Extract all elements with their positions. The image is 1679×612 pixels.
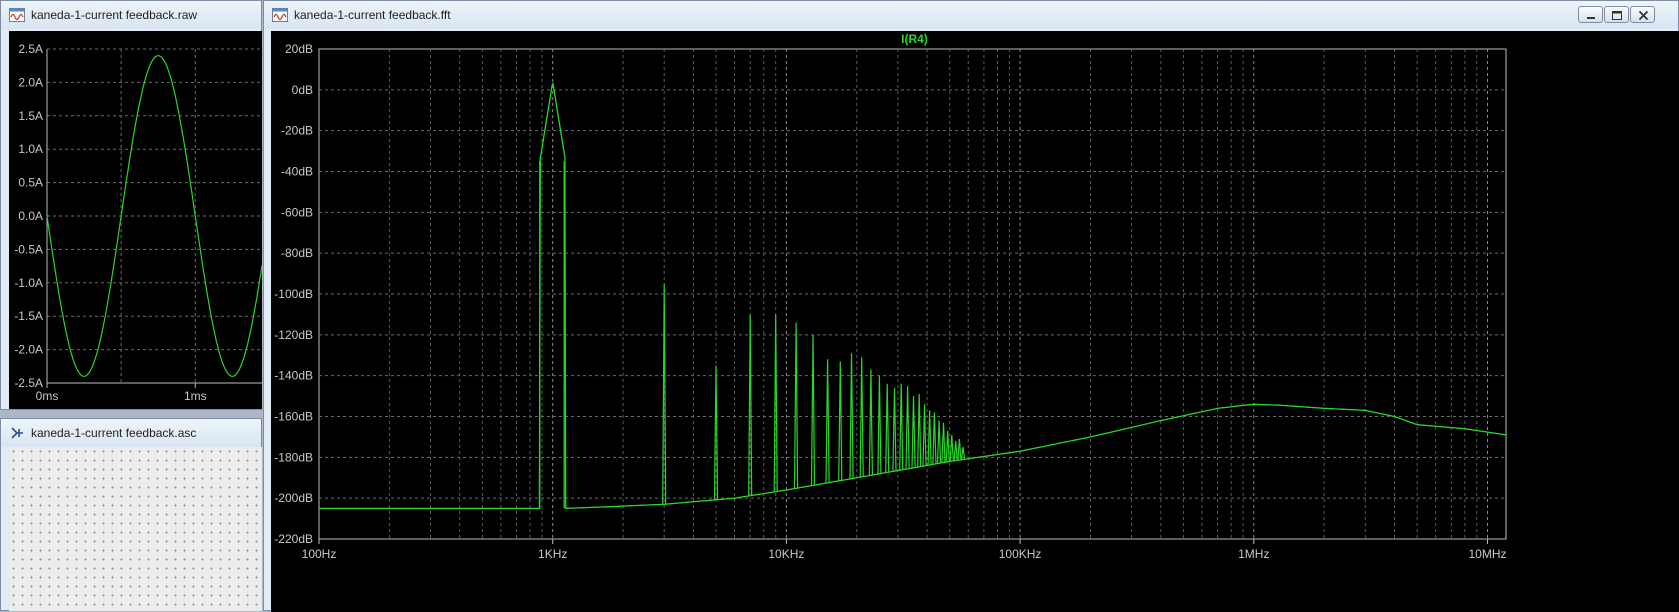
harmonic-spike — [793, 322, 799, 489]
harmonic-spike — [877, 375, 882, 474]
harmonic-spike — [905, 385, 910, 469]
waveform-window-icon — [9, 8, 25, 22]
minimize-icon — [1587, 17, 1595, 19]
y-tick-label: -100dB — [274, 287, 313, 301]
y-tick-label: 1.0A — [18, 142, 43, 156]
harmonic-spike — [810, 334, 816, 486]
y-tick-label: -180dB — [274, 450, 313, 464]
raw-plot-area[interactable]: 2.5A 2.0A 1.5A 1.0A 0.5A 0.0A -0.5A -1.0A -1.5A -… — [9, 31, 262, 409]
minimize-button[interactable] — [1578, 6, 1603, 23]
y-tick-label: -20dB — [281, 124, 313, 138]
y-tick-label: -2.0A — [14, 343, 43, 357]
harmonic-spike — [932, 412, 937, 465]
harmonic-spike — [927, 410, 932, 466]
harmonic-spike — [917, 393, 922, 467]
maximize-icon — [1612, 11, 1622, 20]
chart-title: I(R4) — [901, 32, 928, 46]
y-tick-label: -0.5A — [14, 242, 43, 256]
schematic-window[interactable]: kaneda-1-current feedback.asc — [0, 418, 262, 611]
harmonic-spike — [838, 361, 843, 481]
schematic-window-icon — [11, 427, 23, 439]
y-tick-label: -1.5A — [14, 309, 43, 323]
x-tick-label: 1KHz — [538, 547, 567, 561]
y-tick-label: 1.5A — [18, 109, 43, 123]
raw-plot-window[interactable]: kaneda-1-current feedback.raw 2.5A 2.0A 1.… — [0, 0, 262, 410]
harmonic-spike — [849, 353, 854, 479]
harmonic-spike — [892, 387, 897, 472]
harmonic-spike — [922, 404, 927, 466]
waveform-window-icon — [272, 8, 288, 22]
schematic-window-titlebar[interactable]: kaneda-1-current feedback.asc — [1, 419, 261, 447]
fft-plot-window[interactable]: kaneda-1-current feedback.fft 20dB 0dB -20… — [263, 0, 1679, 612]
y-tick-label: 0.0A — [18, 209, 43, 223]
x-tick-label: 100KHz — [999, 547, 1042, 561]
y-tick-label: -140dB — [274, 369, 313, 383]
x-tick-label: 1ms — [184, 389, 207, 403]
y-tick-label: -60dB — [281, 205, 313, 219]
y-tick-label: -40dB — [281, 165, 313, 179]
transient-chart[interactable]: 2.5A 2.0A 1.5A 1.0A 0.5A 0.0A -0.5A -1.0A -1.5A -… — [9, 31, 262, 409]
y-tick-label: -1.0A — [14, 276, 43, 290]
y-tick-label: -200dB — [274, 491, 313, 505]
y-tick-label: -80dB — [281, 246, 313, 260]
x-tick-label: 10KHz — [768, 547, 804, 561]
y-tick-label: 2.5A — [18, 42, 43, 56]
y-tick-label: 2.0A — [18, 75, 43, 89]
x-tick-label: 10MHz — [1468, 547, 1506, 561]
y-tick-label: 0.5A — [18, 176, 43, 190]
x-tick-label: 1MHz — [1238, 547, 1269, 561]
harmonic-spike — [868, 369, 873, 476]
fft-window-titlebar[interactable]: kaneda-1-current feedback.fft — [264, 1, 1678, 29]
harmonic-spike — [885, 383, 890, 473]
y-tick-label: 0dB — [292, 83, 313, 97]
fft-window-title: kaneda-1-current feedback.fft — [294, 8, 451, 22]
x-tick-label: 100Hz — [302, 547, 337, 561]
harmonic-spike — [945, 430, 950, 462]
fft-chart[interactable]: 20dB 0dB -20dB -40dB -60dB -80dB -100dB -120dB -… — [271, 31, 1679, 612]
schematic-canvas[interactable] — [9, 447, 262, 611]
harmonic-spike — [957, 438, 962, 461]
fft-plot-area[interactable]: 20dB 0dB -20dB -40dB -60dB -80dB -100dB -120dB -… — [271, 31, 1679, 612]
close-icon — [1638, 10, 1649, 21]
harmonic-spike — [941, 422, 946, 463]
raw-window-titlebar[interactable]: kaneda-1-current feedback.raw — [1, 1, 261, 29]
y-tick-label: -2.5A — [14, 376, 43, 390]
raw-window-title: kaneda-1-current feedback.raw — [31, 8, 198, 22]
close-button[interactable] — [1630, 6, 1655, 23]
y-tick-label: -120dB — [274, 328, 313, 342]
harmonic-spike — [825, 359, 830, 483]
y-tick-label: 20dB — [285, 42, 313, 56]
harmonic-spike — [713, 365, 719, 500]
y-tick-label: -160dB — [274, 410, 313, 424]
y-tick-label: -220dB — [274, 532, 313, 546]
schematic-window-title: kaneda-1-current feedback.asc — [31, 426, 197, 440]
maximize-button[interactable] — [1604, 6, 1629, 23]
x-tick-label: 0ms — [36, 389, 59, 403]
